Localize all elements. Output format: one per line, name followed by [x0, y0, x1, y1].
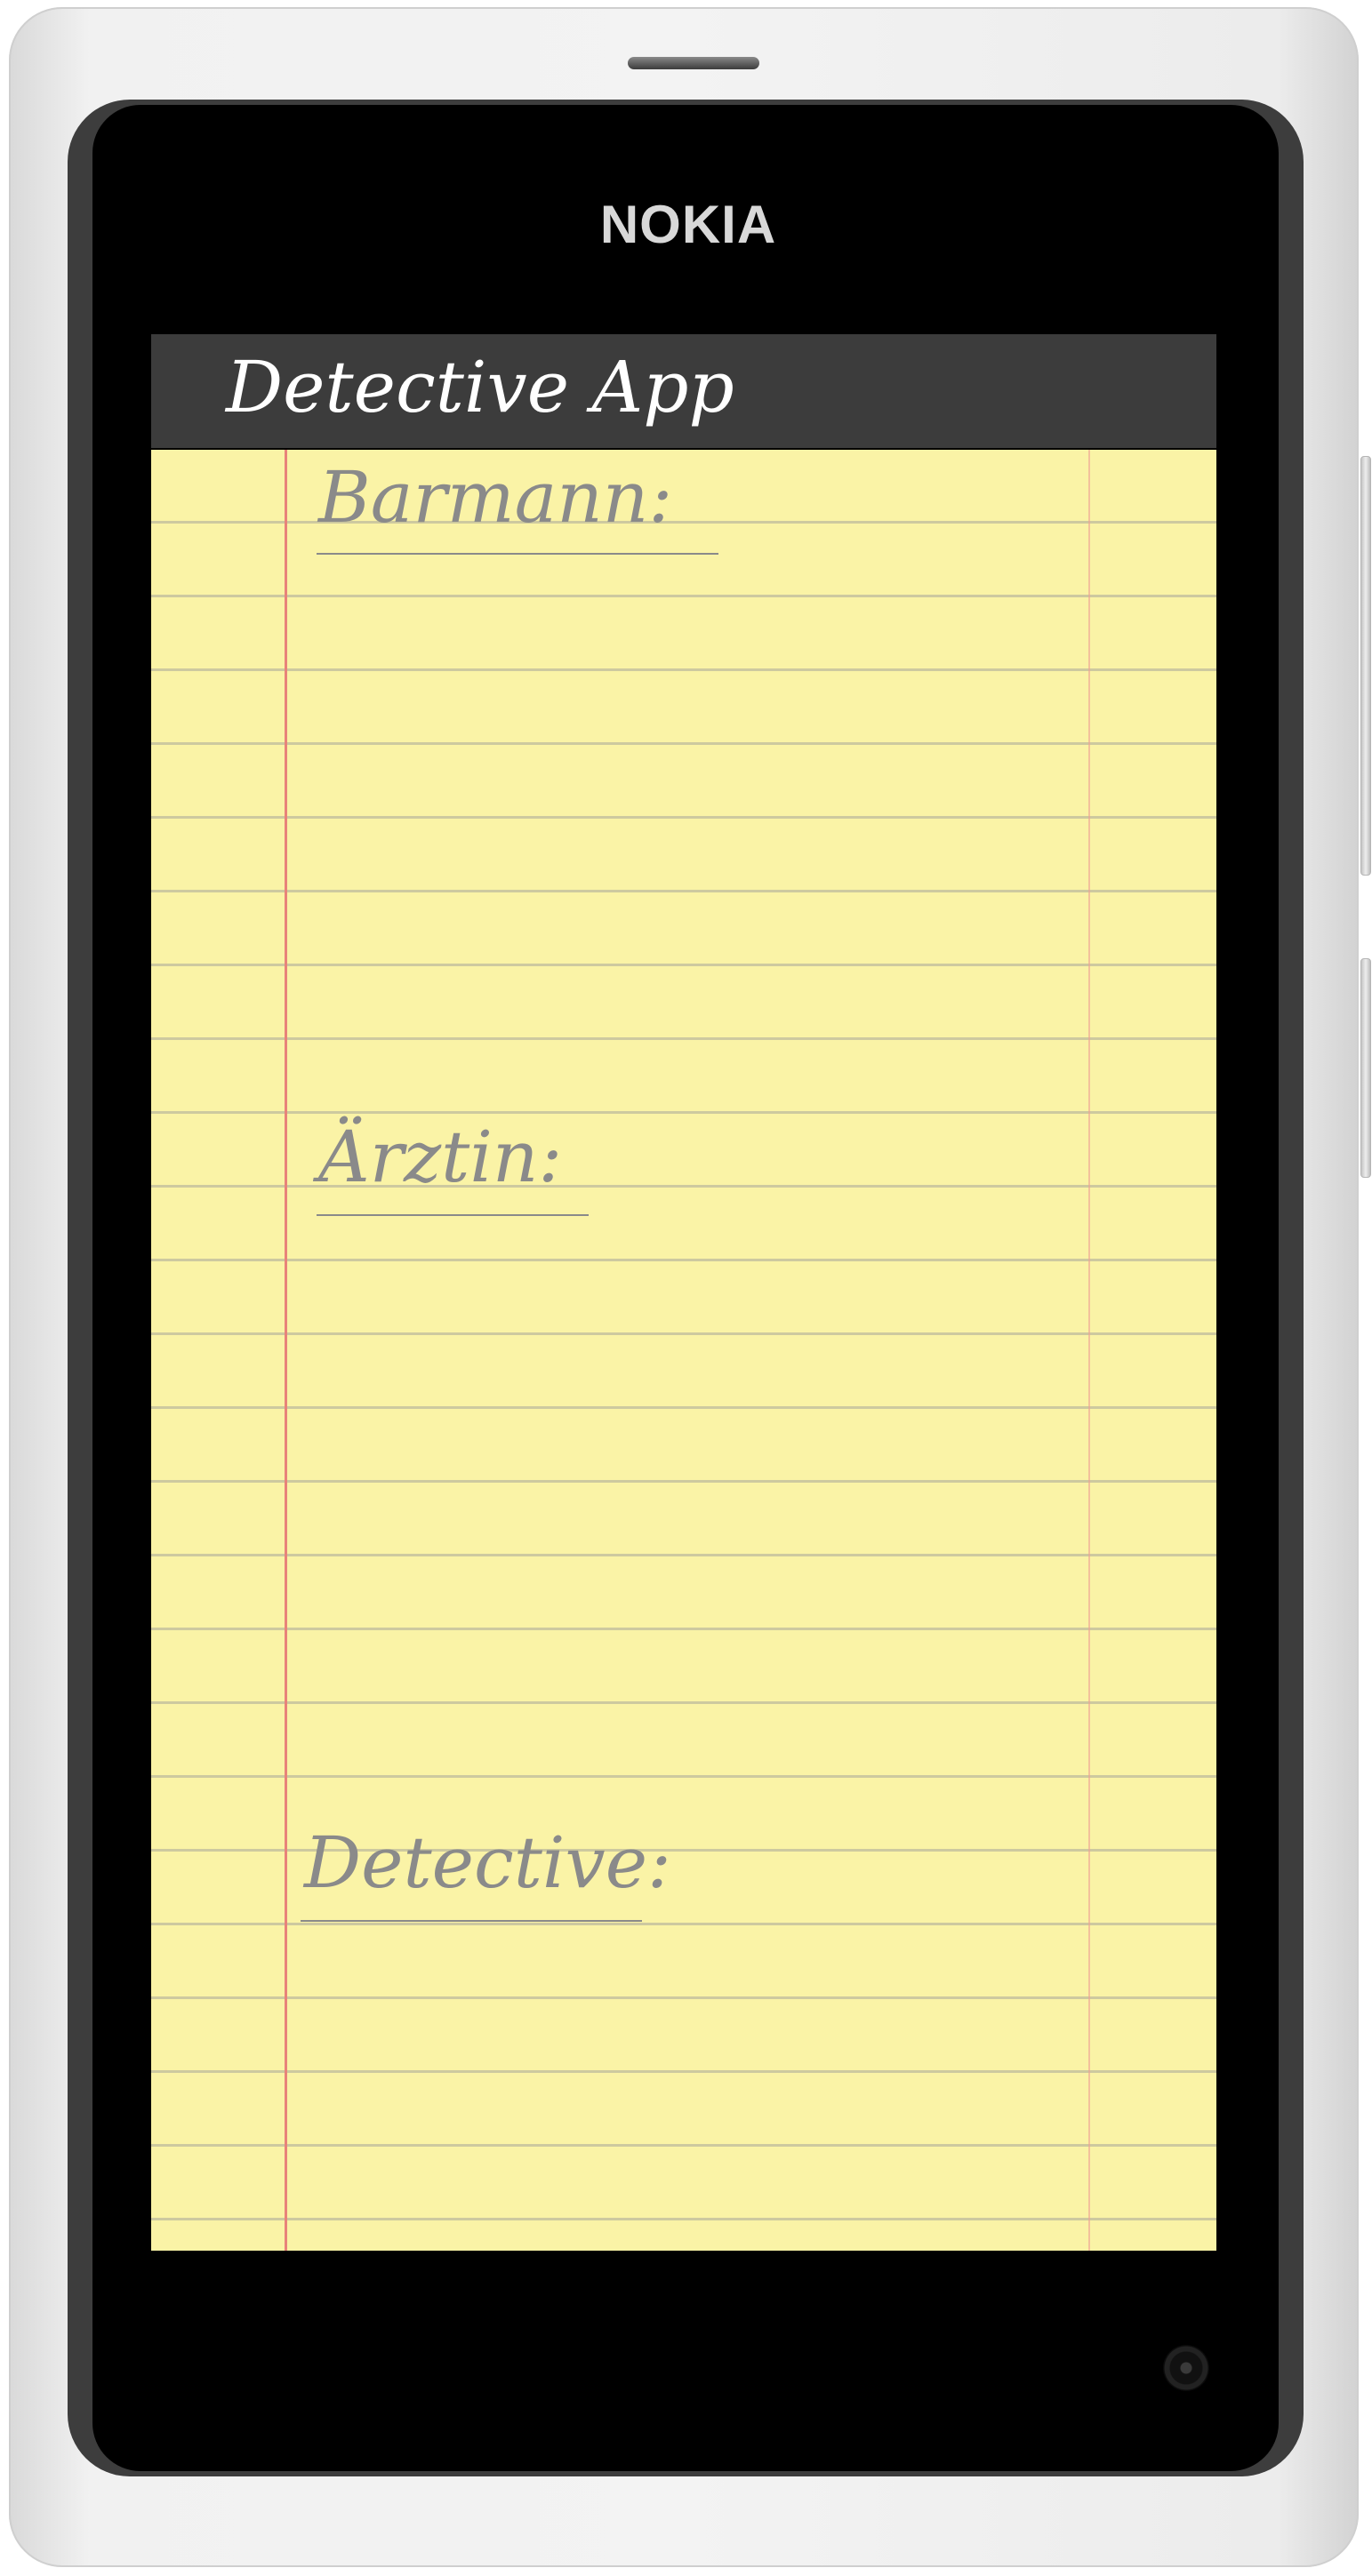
label-detective-underline — [301, 1920, 642, 1922]
earpiece-speaker — [628, 57, 759, 69]
notepad-paper[interactable]: Barmann: Ärztin: Detective: — [151, 450, 1216, 2251]
right-margin-line — [1088, 450, 1090, 2251]
left-margin-line — [285, 450, 287, 2251]
volume-button[interactable] — [1360, 456, 1371, 876]
power-button[interactable] — [1360, 958, 1371, 1178]
label-aerztin-underline — [317, 1214, 589, 1216]
label-aerztin[interactable]: Ärztin: — [318, 1115, 562, 1200]
front-camera-icon — [1163, 2345, 1209, 2391]
brand-logo: NOKIA — [599, 195, 777, 254]
app-title: Detective App — [226, 346, 734, 428]
label-barmann[interactable]: Barmann: — [318, 455, 672, 540]
title-bar: Detective App — [151, 334, 1216, 448]
app-screen: Detective App Barmann: Ärztin: Detective… — [151, 334, 1216, 2251]
label-detective[interactable]: Detective: — [304, 1820, 671, 1906]
label-barmann-underline — [317, 553, 718, 555]
